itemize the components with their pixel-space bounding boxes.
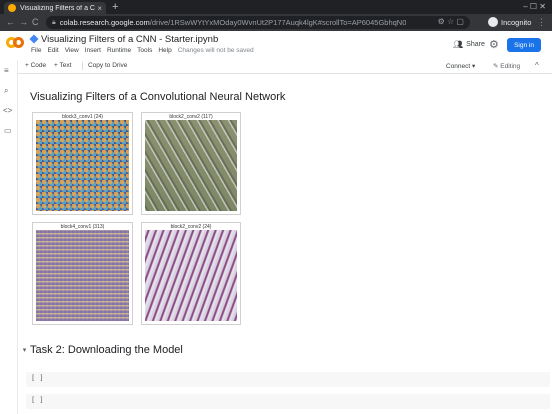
drive-icon — [29, 34, 39, 44]
colab-favicon-icon — [8, 4, 16, 12]
sign-in-button[interactable]: Sign in — [507, 38, 541, 52]
incognito-profile-button[interactable]: Incognito — [488, 17, 531, 27]
table-of-contents-icon[interactable]: ≡ — [4, 66, 9, 75]
collapse-header-icon[interactable]: ^ — [535, 61, 539, 70]
search-icon[interactable]: ⌕ — [4, 86, 8, 96]
code-snippets-icon[interactable]: <> — [3, 106, 12, 115]
menu-view[interactable]: View — [65, 47, 79, 54]
filter-figure: block4_conv1 (313) — [32, 222, 133, 325]
filter-image — [145, 120, 237, 211]
menu-help[interactable]: Help — [158, 47, 171, 54]
cell-execution-count[interactable]: [ ] — [31, 396, 44, 404]
browser-tab-strip: Visualizing Filters of a CN × + – ☐ ✕ — [0, 0, 552, 14]
browser-tab[interactable]: Visualizing Filters of a CN × — [4, 2, 106, 14]
share-button[interactable]: 👥︎ Share — [453, 40, 485, 49]
notebook-heading: Visualizing Filters of a Convolutional N… — [30, 91, 286, 103]
address-bar[interactable]: 🔒︎ colab.research.google.com /drive/1RSw… — [46, 16, 470, 29]
collapse-arrow-icon[interactable]: ▾ — [19, 346, 30, 354]
url-path: /drive/1RSwWYtYxMOday0WvnUt2P177Auqk4lgK… — [149, 18, 407, 27]
menu-insert[interactable]: Insert — [85, 47, 101, 54]
save-status-note: Changes will not be saved — [177, 47, 254, 54]
reload-icon[interactable]: C — [32, 17, 39, 27]
back-icon[interactable]: ← — [6, 17, 15, 27]
notebook-title[interactable]: Visualizing Filters of a CNN - Starter.i… — [41, 34, 218, 45]
settings-gear-icon[interactable]: ⚙ — [489, 38, 499, 51]
menu-file[interactable]: File — [31, 47, 41, 54]
filter-figure: block2_conv2 (117) — [141, 112, 241, 215]
browser-menu-icon[interactable]: ⋮ — [537, 17, 546, 28]
cell-toolbar: + Code + Text Copy to Drive Connect ▾ ✎ … — [0, 59, 552, 74]
menu-tools[interactable]: Tools — [137, 47, 152, 54]
section-title: Task 2: Downloading the Model — [30, 344, 183, 356]
editing-mode-button[interactable]: ✎ Editing — [493, 62, 520, 70]
editing-label: Editing — [500, 63, 521, 70]
tab-close-icon[interactable]: × — [97, 4, 102, 13]
section-header[interactable]: ▾ Task 2: Downloading the Model — [19, 344, 183, 356]
browser-toolbar: ← → C 🔒︎ colab.research.google.com /driv… — [0, 14, 552, 31]
add-code-button[interactable]: + Code — [25, 62, 46, 69]
incognito-label: Incognito — [501, 17, 532, 27]
colab-logo-icon[interactable] — [6, 37, 24, 49]
code-cell[interactable]: [ ] — [26, 372, 550, 387]
connect-button[interactable]: Connect ▾ — [446, 62, 475, 70]
lock-icon: 🔒︎ — [52, 18, 56, 26]
copy-to-drive-button[interactable]: Copy to Drive — [88, 62, 127, 69]
new-tab-button[interactable]: + — [112, 1, 118, 13]
tab-title: Visualizing Filters of a CN — [20, 4, 96, 12]
colab-header: Visualizing Filters of a CNN - Starter.i… — [0, 31, 552, 59]
filter-figure: block3_conv1 (24) — [32, 112, 133, 215]
incognito-icon — [488, 17, 498, 27]
people-icon: 👥︎ — [453, 40, 464, 49]
menu-bar: File Edit View Insert Runtime Tools Help… — [31, 47, 254, 54]
address-bar-icons[interactable]: ⚙ ☆ ▢ — [438, 17, 464, 26]
filter-figure: block2_conv2 (24) — [141, 222, 241, 325]
filter-image — [36, 120, 129, 211]
forward-icon[interactable]: → — [19, 17, 28, 27]
filter-image — [36, 230, 129, 321]
add-text-button[interactable]: + Text — [54, 62, 71, 69]
left-sidebar: ≡ ⌕ <> ▭ — [0, 60, 18, 414]
share-label: Share — [466, 41, 485, 48]
url-host: colab.research.google.com — [59, 18, 150, 27]
menu-edit[interactable]: Edit — [47, 47, 58, 54]
code-cell[interactable]: [ ] — [26, 394, 550, 409]
toolbar-divider — [82, 62, 83, 70]
window-controls[interactable]: – ☐ ✕ — [523, 2, 546, 11]
files-folder-icon[interactable]: ▭ — [4, 126, 12, 135]
notebook-area: Visualizing Filters of a Convolutional N… — [19, 75, 552, 414]
filter-image — [145, 230, 237, 321]
cell-execution-count[interactable]: [ ] — [31, 374, 44, 382]
menu-runtime[interactable]: Runtime — [107, 47, 131, 54]
